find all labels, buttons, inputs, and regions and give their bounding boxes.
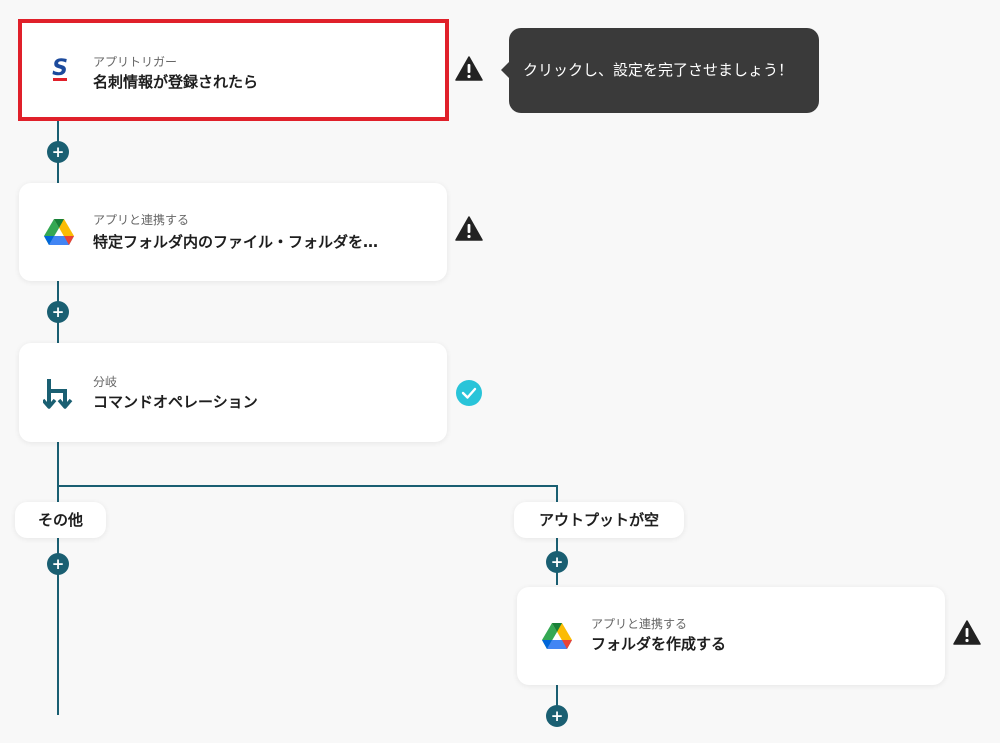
connector-line xyxy=(57,442,59,715)
plus-icon: + xyxy=(550,553,564,571)
warning-icon[interactable] xyxy=(455,215,483,243)
add-step-button[interactable]: + xyxy=(47,553,69,575)
step-type-label: 分岐 xyxy=(93,375,118,389)
google-drive-step-card[interactable]: アプリと連携する 特定フォルダ内のファイル・フォルダを… xyxy=(19,183,447,281)
warning-icon[interactable] xyxy=(953,619,981,647)
step-title: 特定フォルダ内のファイル・フォルダを… xyxy=(93,233,379,251)
branch-connector xyxy=(57,485,557,487)
add-step-button[interactable]: + xyxy=(47,301,69,323)
step-title: フォルダを作成する xyxy=(591,635,727,653)
add-step-button[interactable]: + xyxy=(47,141,69,163)
check-icon xyxy=(456,380,482,406)
google-drive-icon xyxy=(44,219,74,245)
step-type-label: アプリトリガー xyxy=(93,55,178,69)
tooltip-text: クリックし、設定を完了させましょう！ xyxy=(523,61,794,79)
google-drive-icon xyxy=(542,623,572,649)
tooltip: クリックし、設定を完了させましょう！ xyxy=(501,28,819,113)
plus-icon: + xyxy=(550,707,564,725)
step-type-label: アプリと連携する xyxy=(93,213,190,227)
add-step-button[interactable]: + xyxy=(546,705,568,727)
branch-step-card[interactable]: 分岐 コマンドオペレーション xyxy=(19,343,447,442)
plus-icon: + xyxy=(51,303,65,321)
plus-icon: + xyxy=(51,143,65,161)
warning-icon[interactable] xyxy=(455,55,483,83)
step-type-label: アプリと連携する xyxy=(591,617,688,631)
branch-label-other: その他 xyxy=(15,502,106,538)
step-title: 名刺情報が登録されたら xyxy=(93,73,259,91)
add-step-button[interactable]: + xyxy=(546,551,568,573)
svg-text:S: S xyxy=(52,56,68,81)
sansan-icon: S xyxy=(52,56,68,81)
create-folder-step-card[interactable]: アプリと連携する フォルダを作成する xyxy=(517,587,945,685)
branch-icon xyxy=(43,378,73,409)
step-title: コマンドオペレーション xyxy=(93,393,258,411)
branch-label-empty-output: アウトプットが空 xyxy=(514,502,684,538)
plus-icon: + xyxy=(51,555,65,573)
trigger-step-card[interactable]: S アプリトリガー 名刺情報が登録されたら xyxy=(18,19,449,121)
